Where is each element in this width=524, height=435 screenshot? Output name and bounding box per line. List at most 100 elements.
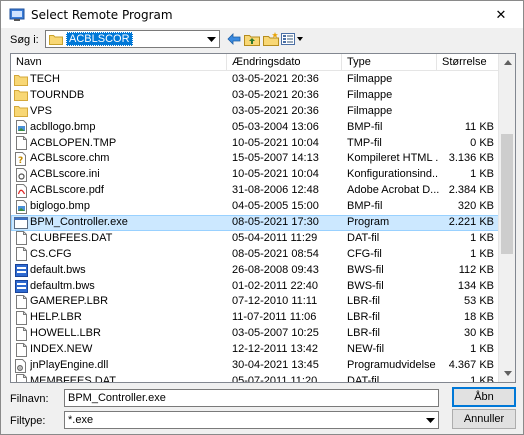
file-date: 30-04-2021 13:45 (232, 359, 319, 372)
file-row[interactable]: INDEX.NEW 12-12-2011 13:42 NEW-fil 1 KB (11, 342, 499, 358)
file-type: Filmappe (347, 104, 393, 117)
file-name: jnPlayEngine.dll (30, 359, 109, 372)
file-date: 11-07-2011 11:06 (232, 311, 317, 324)
chevron-down-icon[interactable] (203, 31, 219, 47)
file-size: 1 KB (470, 247, 494, 260)
file-rows: TECH 03-05-2021 20:36 Filmappe TOURNDB 03-05… (11, 72, 499, 383)
file-row[interactable]: default.bws 26-08-2008 09:43 BWS-fil 112 KB (11, 263, 499, 279)
file-row[interactable]: MEMBFEES.DAT 05-07-2011 11:20 DAT-fil 1 KB (11, 374, 499, 383)
file-size: 11 KB (464, 120, 494, 133)
column-header-type[interactable]: Type (342, 54, 437, 71)
file-row[interactable]: ACBLscore.pdf 31-08-2006 12:48 Adobe Acrob… (11, 183, 499, 199)
file-row[interactable]: HOWELL.LBR 03-05-2007 10:25 LBR-fil 30 KB (11, 326, 499, 342)
file-row[interactable]: defaultm.bws 01-02-2011 22:40 BWS-fil 134 K… (11, 279, 499, 295)
file-date: 12-12-2011 13:42 (232, 343, 319, 356)
chevron-down-icon[interactable] (422, 412, 438, 428)
look-in-combo[interactable]: ACBLSCOR (45, 30, 220, 48)
file-row[interactable]: VPS 03-05-2021 20:36 Filmappe (11, 104, 499, 120)
file-size: 1 KB (470, 168, 494, 181)
file-size: 112 KB (458, 263, 494, 276)
scroll-up-icon[interactable] (499, 54, 515, 71)
vertical-scrollbar[interactable] (498, 54, 515, 382)
settings-file-icon (14, 167, 28, 182)
file-name: ACBLscore.pdf (30, 184, 104, 197)
file-size: 2.384 KB (448, 184, 494, 197)
file-date: 15-05-2007 14:13 (232, 152, 319, 165)
file-date: 03-05-2021 20:36 (232, 73, 319, 85)
filename-input[interactable]: BPM_Controller.exe (64, 389, 439, 407)
file-name: INDEX.NEW (30, 343, 93, 356)
file-name: BPM_Controller.exe (30, 216, 128, 229)
file-name: CS.CFG (30, 247, 72, 260)
new-folder-icon (263, 32, 279, 46)
file-date: 05-03-2004 13:06 (232, 120, 319, 133)
scrollbar-thumb[interactable] (501, 134, 513, 254)
column-header-date[interactable]: Ændringsdato (227, 54, 342, 71)
folder-icon (14, 88, 28, 103)
view-menu-button[interactable] (281, 31, 303, 47)
file-name: defaultm.bws (30, 279, 95, 292)
scroll-down-icon[interactable] (499, 365, 515, 382)
file-date: 07-12-2010 11:11 (232, 295, 318, 308)
file-row[interactable]: CS.CFG 08-05-2021 08:54 CFG-fil 1 KB (11, 247, 499, 263)
bws-file-icon (14, 263, 28, 278)
file-row[interactable]: jnPlayEngine.dll 30-04-2021 13:45 Programu… (11, 358, 499, 374)
file-row[interactable]: HELP.LBR 11-07-2011 11:06 LBR-fil 18 KB (11, 310, 499, 326)
file-row[interactable]: biglogo.bmp 04-05-2005 15:00 BMP-fil 320 KB (11, 199, 499, 215)
file-row[interactable]: TOURNDB 03-05-2021 20:36 Filmappe (11, 88, 499, 104)
filetype-combo[interactable]: *.exe (64, 411, 439, 429)
open-button[interactable]: Åbn (452, 387, 516, 407)
file-date: 04-05-2005 15:00 (232, 200, 319, 213)
file-size: 30 KB (464, 327, 494, 340)
help-file-icon: ? (14, 151, 28, 166)
file-size: 320 KB (457, 200, 494, 213)
file-row[interactable]: GAMEREP.LBR 07-12-2010 11:11 LBR-fil 53 KB (11, 294, 499, 310)
file-row[interactable]: ACBLOPEN.TMP 10-05-2021 10:04 TMP-fil 0 KB (11, 136, 499, 152)
file-icon (14, 310, 28, 325)
file-row[interactable]: CLUBFEES.DAT 05-04-2011 11:29 DAT-fil 1 KB (11, 231, 499, 247)
file-row[interactable]: ? ACBLscore.chm 15-05-2007 14:13 Kompileret… (11, 151, 499, 167)
title-bar: Select Remote Program ✕ (1, 1, 523, 28)
file-size: 3.136 KB (448, 152, 494, 165)
file-row[interactable]: TECH 03-05-2021 20:36 Filmappe (11, 72, 499, 88)
file-name: GAMEREP.LBR (30, 295, 109, 308)
filename-label: Filnavn: (10, 393, 49, 405)
file-date: 31-08-2006 12:48 (232, 184, 319, 197)
file-date: 05-04-2011 11:29 (232, 231, 318, 244)
file-name: acbllogo.bmp (30, 120, 96, 133)
bws-file-icon (14, 279, 28, 294)
file-name: ACBLOPEN.TMP (30, 136, 117, 149)
close-button[interactable]: ✕ (479, 1, 523, 28)
look-in-label: Søg i: (10, 34, 39, 46)
file-row[interactable]: ACBLscore.ini 10-05-2021 10:04 Konfigurati… (11, 167, 499, 183)
file-size: 1 KB (470, 374, 494, 383)
file-date: 03-05-2007 10:25 (232, 327, 319, 340)
cancel-button[interactable]: Annuller (452, 409, 516, 429)
back-button[interactable] (225, 31, 243, 47)
file-date: 03-05-2021 20:36 (232, 88, 319, 101)
file-row[interactable]: acbllogo.bmp 05-03-2004 13:06 BMP-fil 11 KB (11, 120, 499, 136)
image-file-icon (14, 199, 28, 214)
file-list[interactable]: Navn Ændringsdato Type Størrelse TECH 03-… (10, 53, 516, 383)
file-name: ACBLscore.chm (30, 152, 110, 165)
filetype-label: Filtype: (10, 415, 46, 427)
column-header-size[interactable]: Størrelse (437, 54, 499, 71)
column-header-name[interactable]: Navn (11, 54, 227, 71)
folder-icon (14, 72, 28, 87)
file-row[interactable]: BPM_Controller.exe 08-05-2021 17:30 Progra… (11, 215, 499, 231)
file-type: Filmappe (347, 88, 393, 101)
up-folder-button[interactable] (243, 31, 261, 47)
image-file-icon (14, 120, 28, 135)
file-name: CLUBFEES.DAT (30, 231, 113, 244)
back-icon (227, 33, 241, 45)
file-name: ACBLscore.ini (30, 168, 100, 181)
file-type: Filmappe (347, 73, 393, 85)
file-name: VPS (30, 104, 53, 117)
file-date: 08-05-2021 08:54 (232, 247, 319, 260)
file-date: 26-08-2008 09:43 (232, 263, 319, 276)
new-folder-button[interactable] (262, 31, 280, 47)
file-name: TOURNDB (30, 88, 85, 101)
file-name: biglogo.bmp (30, 200, 90, 213)
file-name: HOWELL.LBR (30, 327, 101, 340)
look-in-value: ACBLSCOR (66, 32, 133, 46)
